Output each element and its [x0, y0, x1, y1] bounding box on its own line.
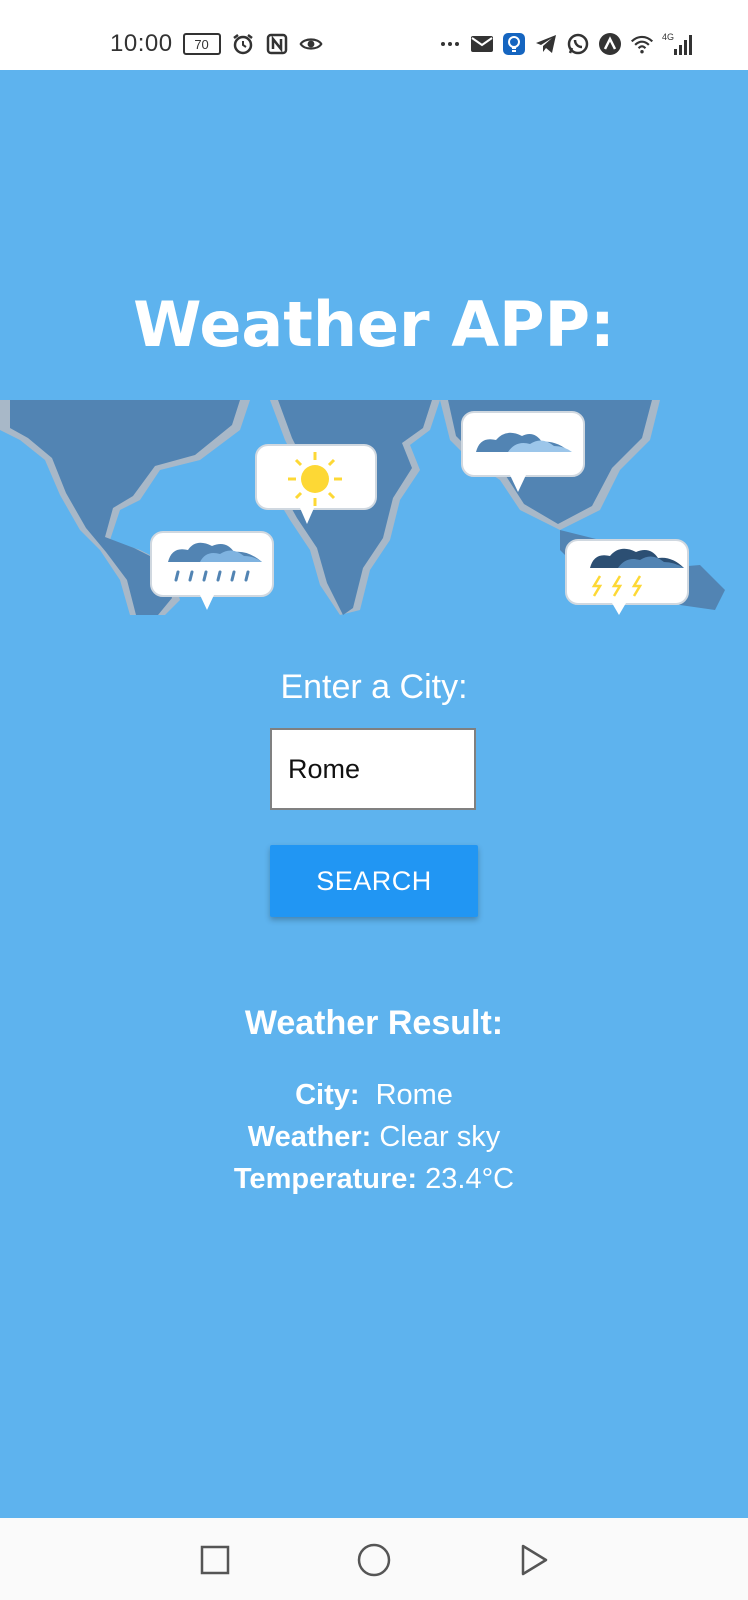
result-temperature-row: Temperature: 23.4°C	[0, 1158, 748, 1200]
wifi-icon	[630, 32, 654, 56]
telegram-icon	[534, 32, 558, 56]
world-weather-map-image	[0, 400, 730, 615]
result-city-value: Rome	[375, 1079, 453, 1111]
navigation-bar	[0, 1518, 748, 1600]
more-dots-icon	[438, 32, 462, 56]
result-temperature-value: 23.4°C	[425, 1163, 515, 1195]
whatsapp-icon	[566, 32, 590, 56]
nfc-icon	[265, 32, 289, 56]
result-weather-row: Weather: Clear sky	[0, 1116, 748, 1158]
back-icon	[521, 1544, 548, 1576]
recent-apps-icon	[200, 1545, 230, 1575]
storm-bubble-icon	[565, 539, 689, 615]
result-temperature-label: Temperature:	[233, 1163, 418, 1195]
home-button[interactable]	[354, 1540, 394, 1580]
battery-level: 70	[182, 33, 221, 55]
app-screen: Weather APP: Enter a City: Rome SEARCH W…	[0, 70, 748, 1518]
city-input-label: Enter a City:	[280, 668, 468, 706]
status-time: 10:00	[110, 30, 173, 57]
back-button[interactable]	[514, 1540, 554, 1580]
home-icon	[357, 1543, 391, 1577]
eye-icon	[299, 32, 323, 56]
signal-4g-icon: 4G	[662, 32, 696, 56]
result-weather-value: Clear sky	[379, 1121, 501, 1153]
recent-apps-button[interactable]	[195, 1540, 235, 1580]
network-label: 4G	[662, 32, 674, 42]
status-bar: 10:00 70 4G	[0, 0, 748, 70]
result-weather-label: Weather:	[247, 1121, 372, 1153]
status-right-group: 4G	[438, 28, 696, 60]
status-left-group: 10:00 70	[110, 28, 323, 60]
battery-indicator: 70	[182, 33, 221, 55]
weather-result-details: City: Rome Weather: Clear sky Temperatur…	[0, 1074, 748, 1200]
result-city-label: City:	[295, 1079, 360, 1111]
app-title: Weather APP:	[133, 288, 615, 361]
result-city-row: City: Rome	[0, 1074, 748, 1116]
city-input[interactable]	[270, 728, 476, 810]
mail-icon	[470, 32, 494, 56]
weather-result-title: Weather Result:	[244, 1004, 504, 1042]
alarm-icon	[231, 32, 255, 56]
bulb-app-icon	[502, 32, 526, 56]
search-button[interactable]: SEARCH	[270, 845, 478, 917]
app-a-icon	[598, 32, 622, 56]
